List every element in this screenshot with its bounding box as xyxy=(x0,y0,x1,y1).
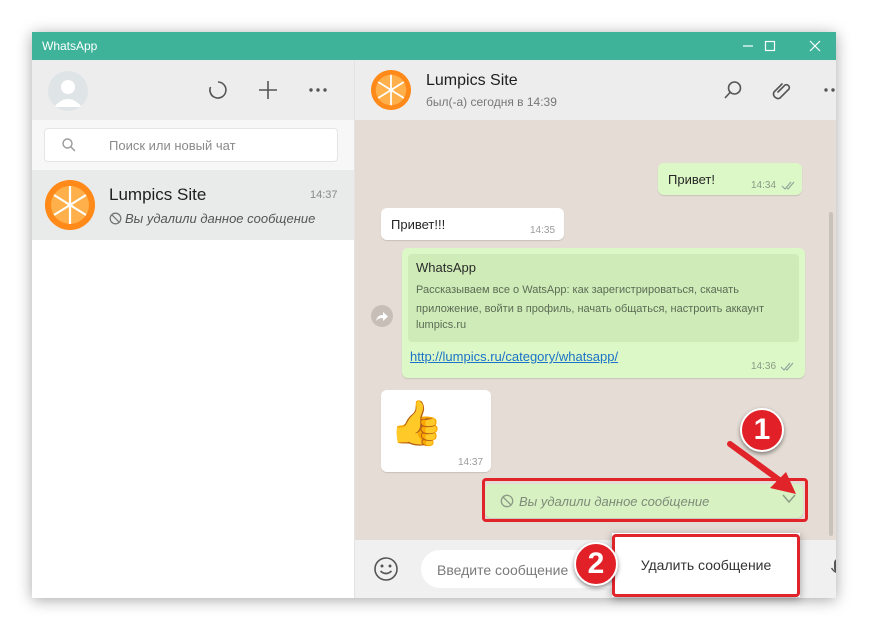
double-check-icon xyxy=(780,362,794,371)
microphone-icon xyxy=(830,559,836,573)
sidebar-menu-button[interactable] xyxy=(303,75,333,105)
highlight-frame-delete-menu xyxy=(612,534,800,597)
new-chat-button[interactable] xyxy=(253,75,283,105)
annotation-step-2: 2 xyxy=(574,542,618,586)
message-text: Привет! xyxy=(668,172,715,187)
paperclip-icon xyxy=(772,83,791,100)
search-box xyxy=(44,128,338,162)
chat-item-time: 14:37 xyxy=(310,189,338,201)
message-outgoing-link[interactable]: WhatsApp Рассказываем все о WatsApp: как… xyxy=(402,248,805,378)
search-input[interactable] xyxy=(107,129,331,161)
chat-item-preview-text: Вы удалили данное сообщение xyxy=(125,211,316,226)
more-icon xyxy=(309,88,327,92)
window-title: WhatsApp xyxy=(42,39,98,53)
message-time: 14:34 xyxy=(751,180,777,191)
link-preview-title: WhatsApp xyxy=(416,260,476,275)
message-time: 14:37 xyxy=(458,457,484,468)
plus-icon xyxy=(259,81,277,99)
scrollbar[interactable] xyxy=(829,212,833,536)
close-button[interactable] xyxy=(797,32,833,60)
chat-list-item[interactable]: Lumpics Site 14:37 Вы удалили данное соо… xyxy=(32,170,354,240)
link-preview-description: Рассказываем все о WatsApp: как зарегист… xyxy=(416,284,765,315)
message-outgoing[interactable]: Привет! 14:34 xyxy=(658,163,802,195)
smiley-icon xyxy=(374,557,398,581)
contact-status: был(-а) сегодня в 14:39 xyxy=(426,95,557,109)
conversation-avatar[interactable] xyxy=(371,70,411,110)
thumbs-up-icon: 👍 xyxy=(389,399,444,448)
message-link[interactable]: http://lumpics.ru/category/whatsapp/ xyxy=(410,349,618,364)
conversation-header: Lumpics Site был(-а) сегодня в 14:39 xyxy=(355,60,836,120)
chat-item-preview: Вы удалили данное сообщение xyxy=(109,211,315,226)
forward-icon xyxy=(376,312,388,321)
emoji-button[interactable] xyxy=(371,554,401,584)
contact-avatar xyxy=(45,180,95,230)
default-avatar-icon xyxy=(54,80,82,107)
search-icon xyxy=(724,81,742,99)
attach-button[interactable] xyxy=(767,75,797,105)
conversation-menu-button[interactable] xyxy=(818,75,836,105)
maximize-icon xyxy=(764,40,776,52)
status-button[interactable] xyxy=(203,75,233,105)
maximize-button[interactable] xyxy=(752,32,788,60)
search-bar xyxy=(32,120,354,170)
close-icon xyxy=(809,40,821,52)
sidebar: Lumpics Site 14:37 Вы удалили данное соо… xyxy=(32,60,355,598)
microphone-button[interactable] xyxy=(822,554,836,584)
more-icon xyxy=(824,88,835,92)
blocked-icon xyxy=(109,212,122,225)
status-icon xyxy=(209,81,227,99)
orange-slice-icon xyxy=(371,70,411,110)
message-time: 14:35 xyxy=(530,225,556,236)
title-bar: WhatsApp xyxy=(32,32,836,60)
message-incoming-emoji[interactable]: 👍 14:37 xyxy=(381,390,491,472)
link-preview-card[interactable]: WhatsApp Рассказываем все о WatsApp: как… xyxy=(408,254,799,342)
message-time: 14:36 xyxy=(751,361,777,372)
user-avatar[interactable] xyxy=(48,71,88,111)
search-messages-button[interactable] xyxy=(718,75,748,105)
forward-button[interactable] xyxy=(371,305,393,327)
contact-name[interactable]: Lumpics Site xyxy=(426,72,518,90)
link-preview-domain: lumpics.ru xyxy=(416,319,467,331)
annotation-step-1: 1 xyxy=(740,408,784,452)
message-text: Привет!!! xyxy=(391,217,446,232)
orange-slice-icon xyxy=(45,180,95,230)
chat-item-name: Lumpics Site xyxy=(109,185,207,204)
double-check-icon xyxy=(781,181,795,190)
message-incoming[interactable]: Привет!!! 14:35 xyxy=(381,208,564,240)
search-icon xyxy=(62,138,76,152)
sidebar-header xyxy=(32,60,354,120)
